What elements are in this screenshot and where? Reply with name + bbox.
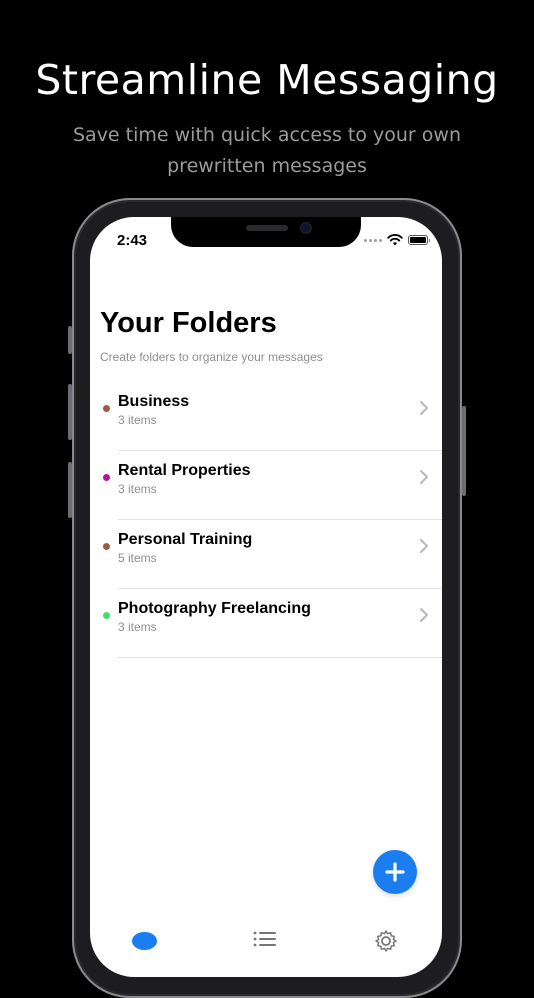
- folder-color-dot: [103, 474, 110, 481]
- folder-row-rental-properties[interactable]: Rental Properties 3 items: [90, 451, 442, 520]
- tab-list-icon[interactable]: [253, 929, 277, 949]
- speaker-grille: [246, 225, 288, 231]
- folder-count: 3 items: [118, 620, 157, 634]
- folder-color-dot: [103, 543, 110, 550]
- folder-row-photography-freelancing[interactable]: Photography Freelancing 3 items: [90, 589, 442, 658]
- folder-color-dot: [103, 612, 110, 619]
- volume-down-button: [68, 462, 72, 518]
- front-camera: [300, 222, 312, 234]
- folder-name: Photography Freelancing: [118, 600, 311, 617]
- row-divider: [118, 657, 442, 658]
- tab-gear-icon[interactable]: [374, 929, 398, 953]
- chevron-right-icon: [420, 401, 428, 415]
- signal-icon: [364, 238, 382, 242]
- folder-name: Rental Properties: [118, 462, 251, 479]
- phone-screen: 2:43 Your Folders Create folders to orga…: [90, 217, 442, 977]
- mute-switch: [68, 326, 72, 354]
- volume-up-button: [68, 384, 72, 440]
- page-title: Your Folders: [100, 307, 277, 339]
- folder-count: 3 items: [118, 482, 157, 496]
- notch: [171, 217, 361, 247]
- folder-color-dot: [103, 405, 110, 412]
- folder-name: Business: [118, 393, 190, 410]
- chevron-right-icon: [420, 539, 428, 553]
- tab-home-icon[interactable]: [132, 932, 157, 950]
- add-folder-button[interactable]: [373, 850, 417, 894]
- folder-list: Business 3 items Rental Properties 3 ite…: [90, 382, 442, 658]
- plus-icon: [385, 862, 405, 882]
- status-icons: [364, 233, 430, 247]
- folder-name: Personal Training: [118, 531, 253, 548]
- page-caption: Create folders to organize your messages: [100, 350, 323, 364]
- folder-count: 3 items: [118, 413, 157, 427]
- chevron-right-icon: [420, 608, 428, 622]
- promo-headline: Streamline Messaging: [35, 56, 499, 104]
- folder-count: 5 items: [118, 551, 157, 565]
- power-button: [462, 406, 466, 496]
- folder-row-personal-training[interactable]: Personal Training 5 items: [90, 520, 442, 589]
- chevron-right-icon: [420, 470, 428, 484]
- status-time: 2:43: [117, 232, 148, 249]
- promo-subline: Save time with quick access to your own …: [72, 124, 461, 177]
- wifi-icon: [387, 234, 403, 246]
- battery-icon: [408, 235, 430, 245]
- folder-row-business[interactable]: Business 3 items: [90, 382, 442, 451]
